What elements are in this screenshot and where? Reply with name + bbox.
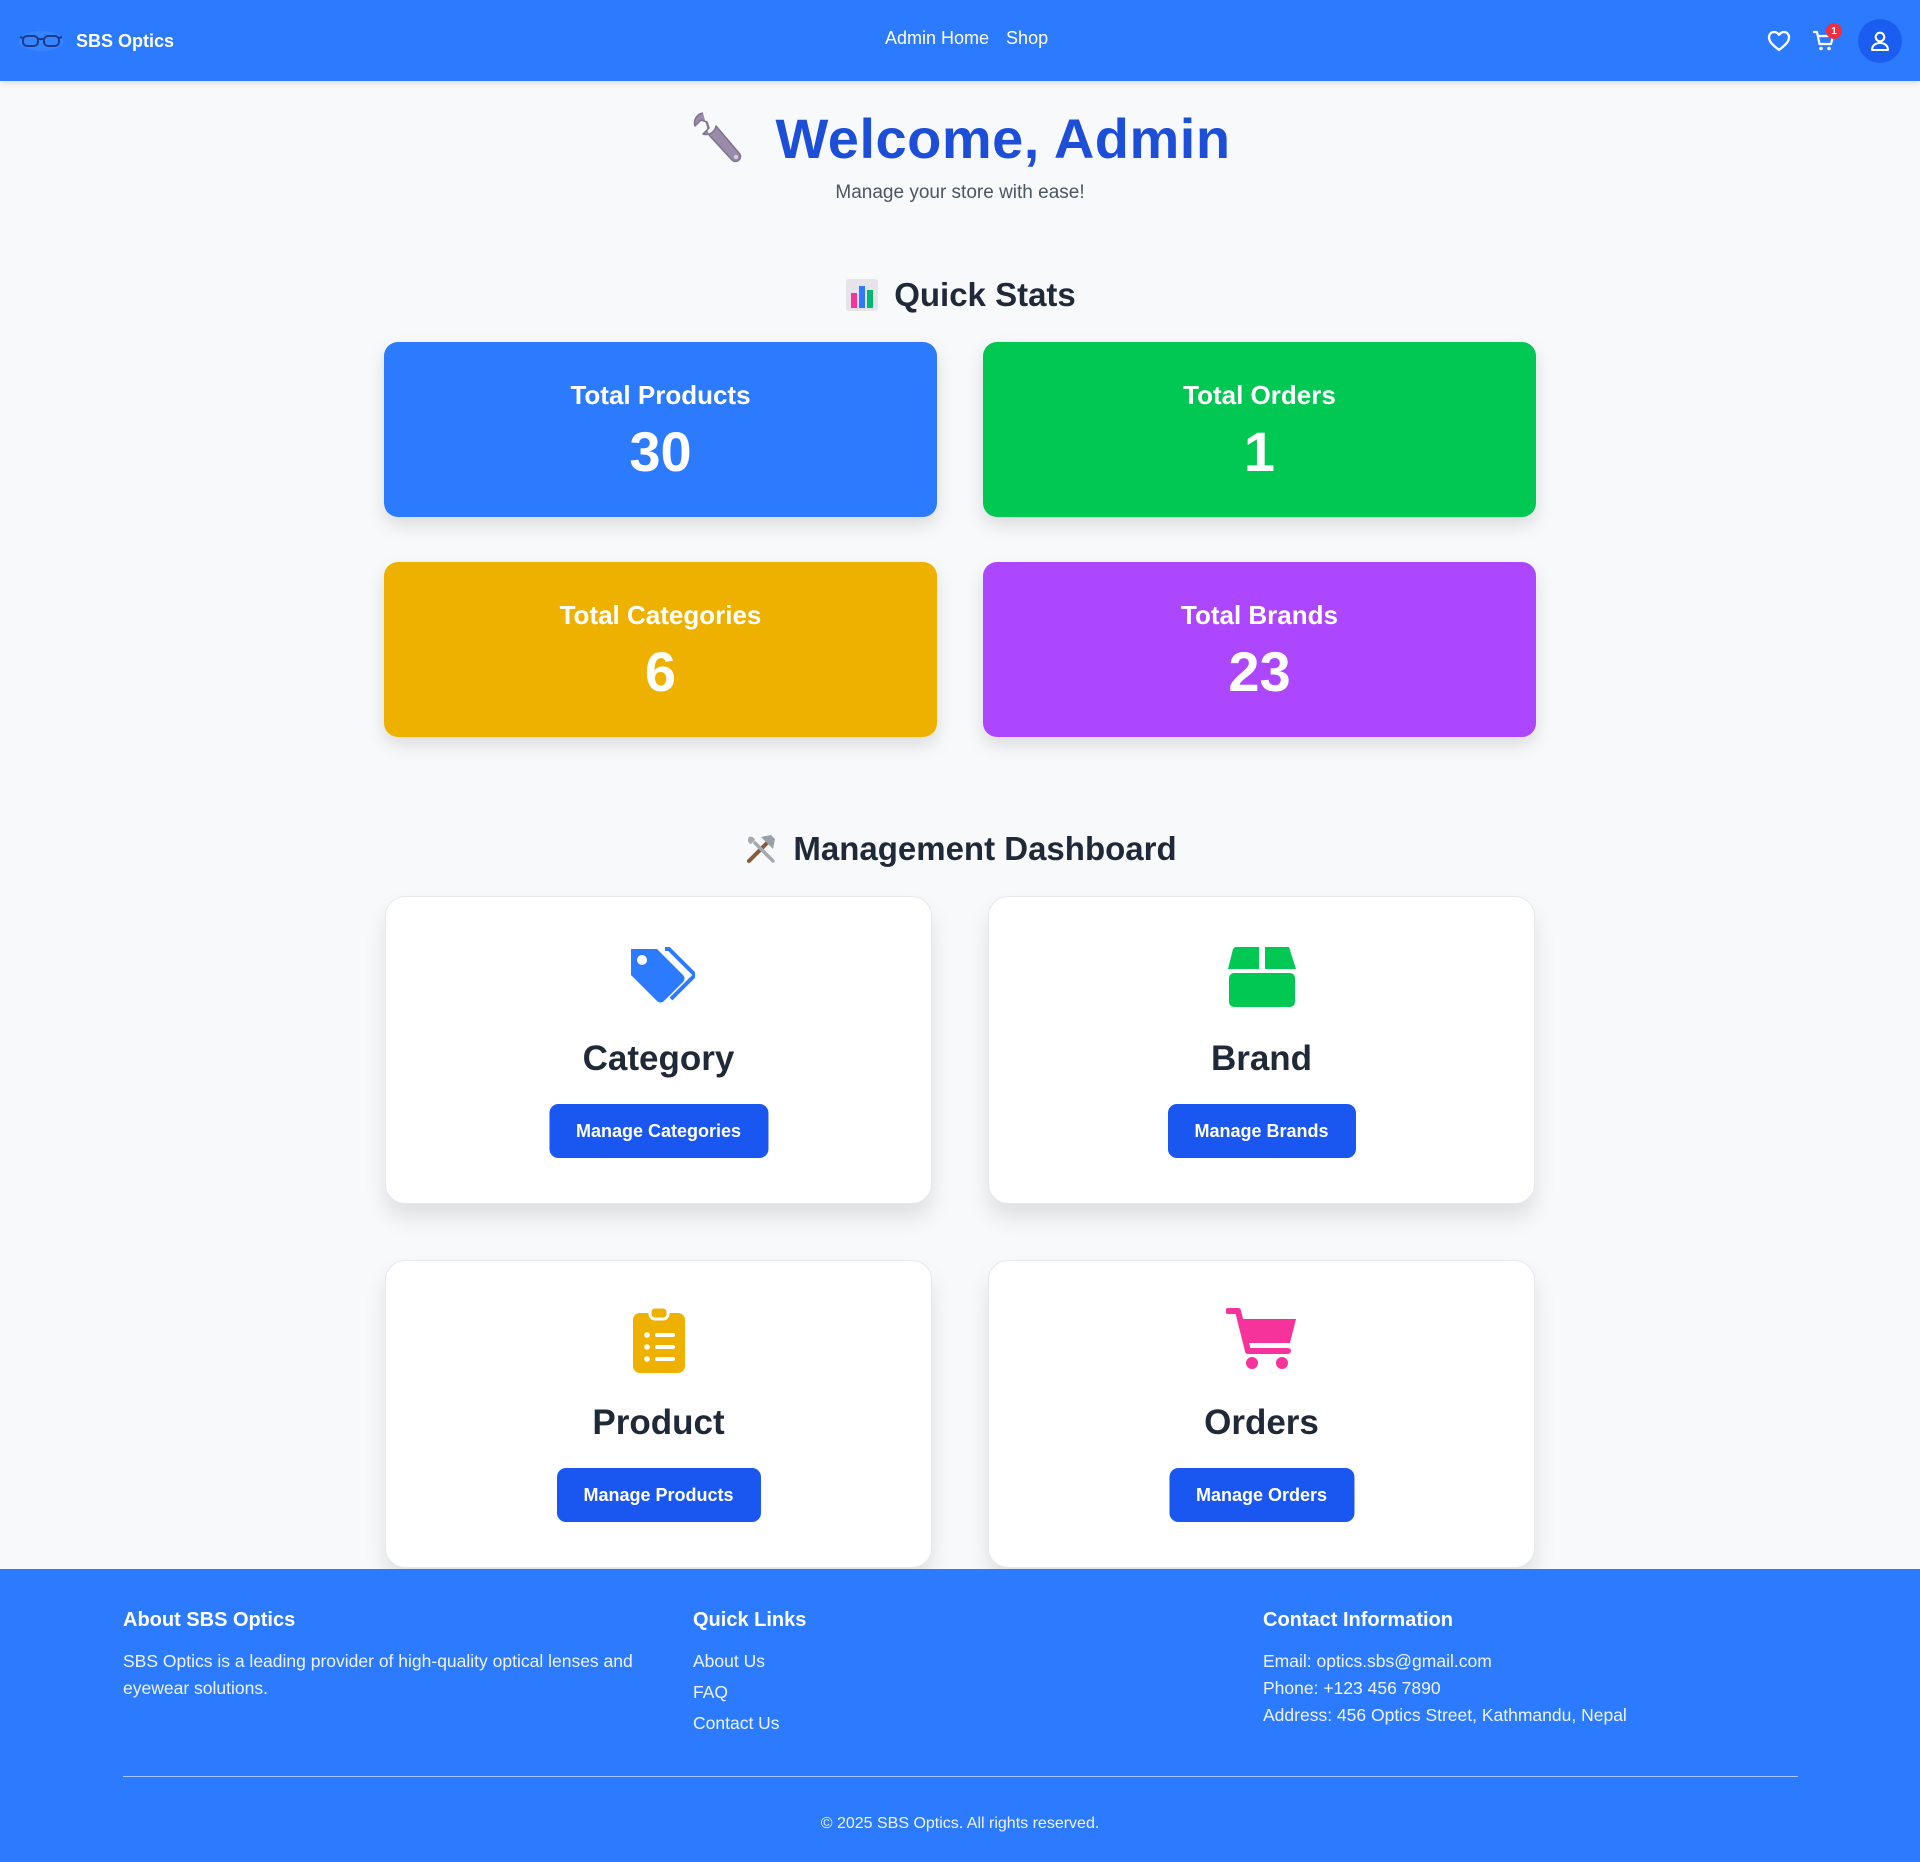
nav-icons: 1 — [1765, 18, 1902, 64]
navbar: SBS Optics Admin Home Shop 1 — [0, 0, 1920, 81]
footer-phone: Phone: +123 456 7890 — [1263, 1678, 1441, 1698]
user-icon[interactable] — [1858, 19, 1902, 63]
management-card-title: Orders — [1204, 1403, 1319, 1442]
stat-value: 23 — [1228, 640, 1291, 703]
stat-value: 6 — [644, 640, 677, 703]
management-card-brand: Brand Manage Brands — [988, 896, 1535, 1204]
tags-icon — [623, 941, 697, 1009]
stat-label: Total Brands — [1181, 600, 1338, 630]
management-dashboard-heading: Management Dashboard — [0, 830, 1920, 868]
footer-divider — [123, 1776, 1798, 1777]
stat-card-total-brands: Total Brands 23 — [983, 562, 1536, 737]
footer-address: Address: 456 Optics Street, Kathmandu, N… — [1263, 1705, 1627, 1725]
hammer-wrench-icon — [743, 831, 779, 867]
cart-icon[interactable]: 1 — [1810, 23, 1842, 55]
brand-name: SBS Optics — [76, 30, 175, 51]
stat-card-total-orders: Total Orders 1 — [983, 342, 1536, 517]
management-card-orders: Orders Manage Orders — [988, 1260, 1535, 1568]
management-card-category: Category Manage Categories — [385, 896, 932, 1204]
hero: Welcome, Admin Manage your store with ea… — [0, 100, 1920, 204]
footer-email: Email: optics.sbs@gmail.com — [1263, 1651, 1492, 1671]
stat-label: Total Products — [570, 380, 751, 410]
management-dashboard-title: Management Dashboard — [793, 830, 1177, 867]
stat-label: Total Orders — [1183, 380, 1336, 410]
management-card-title: Brand — [1210, 1039, 1313, 1078]
shopping-cart-icon — [1224, 1305, 1298, 1373]
page-title: Welcome, Admin — [775, 106, 1231, 170]
footer: About SBS Optics SBS Optics is a leading… — [0, 1569, 1920, 1862]
management-card-title: Category — [582, 1039, 735, 1078]
cart-count-badge: 1 — [1826, 23, 1842, 39]
quick-stats-title: Quick Stats — [894, 276, 1076, 313]
hero-title-row: Welcome, Admin — [689, 100, 1230, 176]
manage-products-button[interactable]: Manage Products — [556, 1468, 761, 1522]
management-card-product: Product Manage Products — [385, 1260, 932, 1568]
footer-about-text: SBS Optics is a leading provider of high… — [123, 1651, 633, 1698]
bar-chart-icon — [844, 277, 880, 313]
management-card-title: Product — [592, 1403, 725, 1442]
stat-value: 1 — [1243, 420, 1276, 483]
footer-contact: Contact Information Email: optics.sbs@gm… — [1263, 1609, 1823, 1729]
clipboard-list-icon — [623, 1305, 695, 1373]
footer-quick-links: Quick Links About Us FAQ Contact Us — [693, 1609, 1093, 1741]
quick-stats-heading: Quick Stats — [0, 276, 1920, 314]
glasses-logo-icon — [18, 25, 64, 57]
stat-label: Total Categories — [559, 600, 762, 630]
box-icon — [1226, 941, 1298, 1009]
wrench-icon — [689, 108, 749, 168]
manage-categories-button[interactable]: Manage Categories — [548, 1104, 769, 1158]
page-subtitle: Manage your store with ease! — [835, 182, 1085, 203]
nav-link-shop[interactable]: Shop — [1006, 28, 1048, 49]
footer-copyright: © 2025 SBS Optics. All rights reserved. — [820, 1815, 1100, 1832]
nav-links: Admin Home Shop — [885, 28, 1048, 49]
footer-contact-heading: Contact Information — [1263, 1609, 1453, 1631]
manage-brands-button[interactable]: Manage Brands — [1167, 1104, 1356, 1158]
nav-link-admin-home[interactable]: Admin Home — [885, 28, 989, 49]
brand[interactable]: SBS Optics — [18, 24, 174, 58]
footer-about: About SBS Optics SBS Optics is a leading… — [123, 1609, 663, 1702]
heart-icon[interactable] — [1765, 27, 1793, 55]
manage-orders-button[interactable]: Manage Orders — [1168, 1468, 1355, 1522]
footer-quick-links-heading: Quick Links — [693, 1609, 807, 1631]
stat-card-total-categories: Total Categories 6 — [384, 562, 937, 737]
footer-link-contact-us[interactable]: Contact Us — [693, 1705, 1093, 1741]
footer-about-heading: About SBS Optics — [123, 1609, 296, 1631]
stat-value: 30 — [629, 420, 692, 483]
stat-card-total-products: Total Products 30 — [384, 342, 937, 517]
